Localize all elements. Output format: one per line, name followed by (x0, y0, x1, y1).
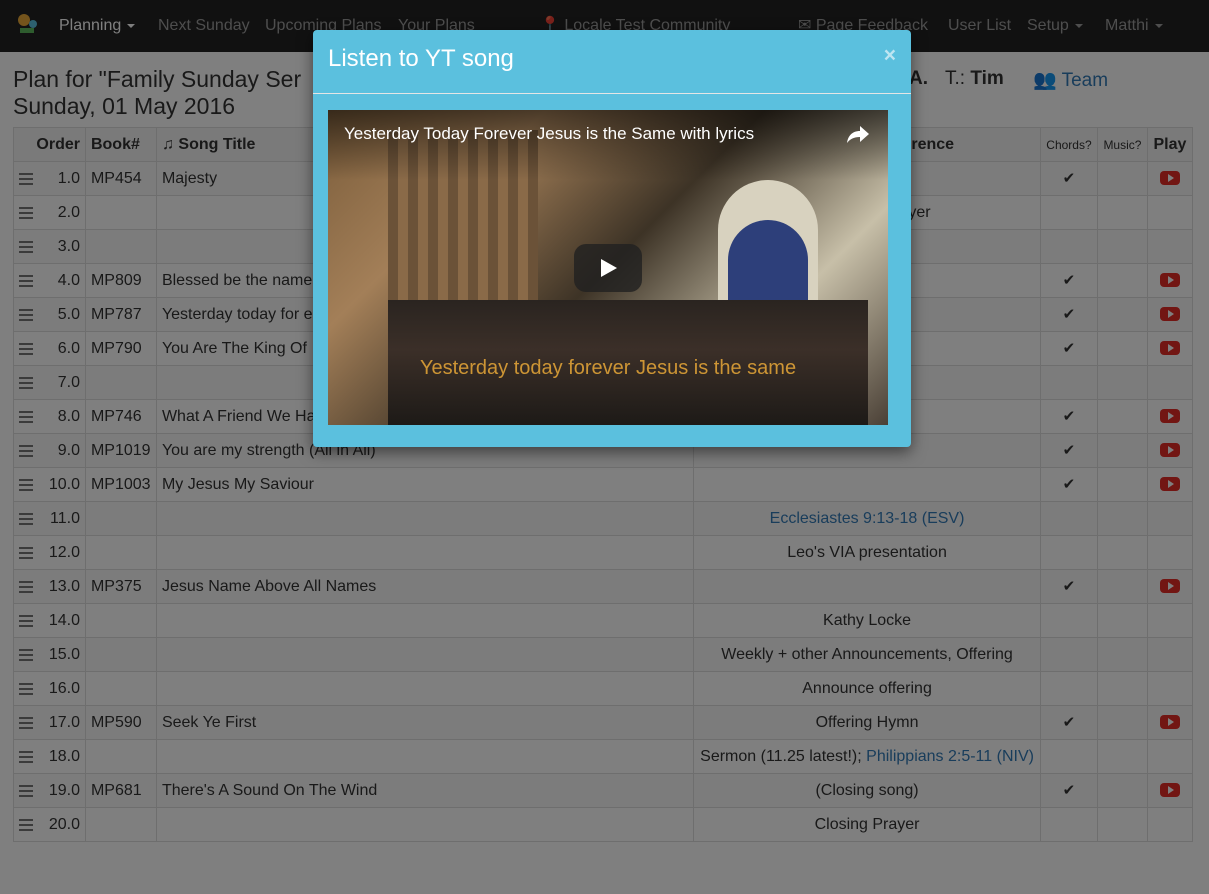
share-icon[interactable] (846, 124, 870, 144)
video-title[interactable]: Yesterday Today Forever Jesus is the Sam… (344, 124, 754, 144)
play-button[interactable] (574, 244, 642, 292)
modal-title: Listen to YT song (328, 45, 514, 72)
close-icon[interactable]: × (884, 44, 896, 68)
video-caption: Yesterday today forever Jesus is the sam… (419, 357, 797, 379)
video-player[interactable]: Yesterday Today Forever Jesus is the Sam… (328, 110, 888, 425)
modal-header: Listen to YT song × (313, 30, 911, 94)
youtube-modal: Listen to YT song × Yesterday Today Fore… (313, 30, 911, 447)
video-title-shade (328, 110, 888, 180)
